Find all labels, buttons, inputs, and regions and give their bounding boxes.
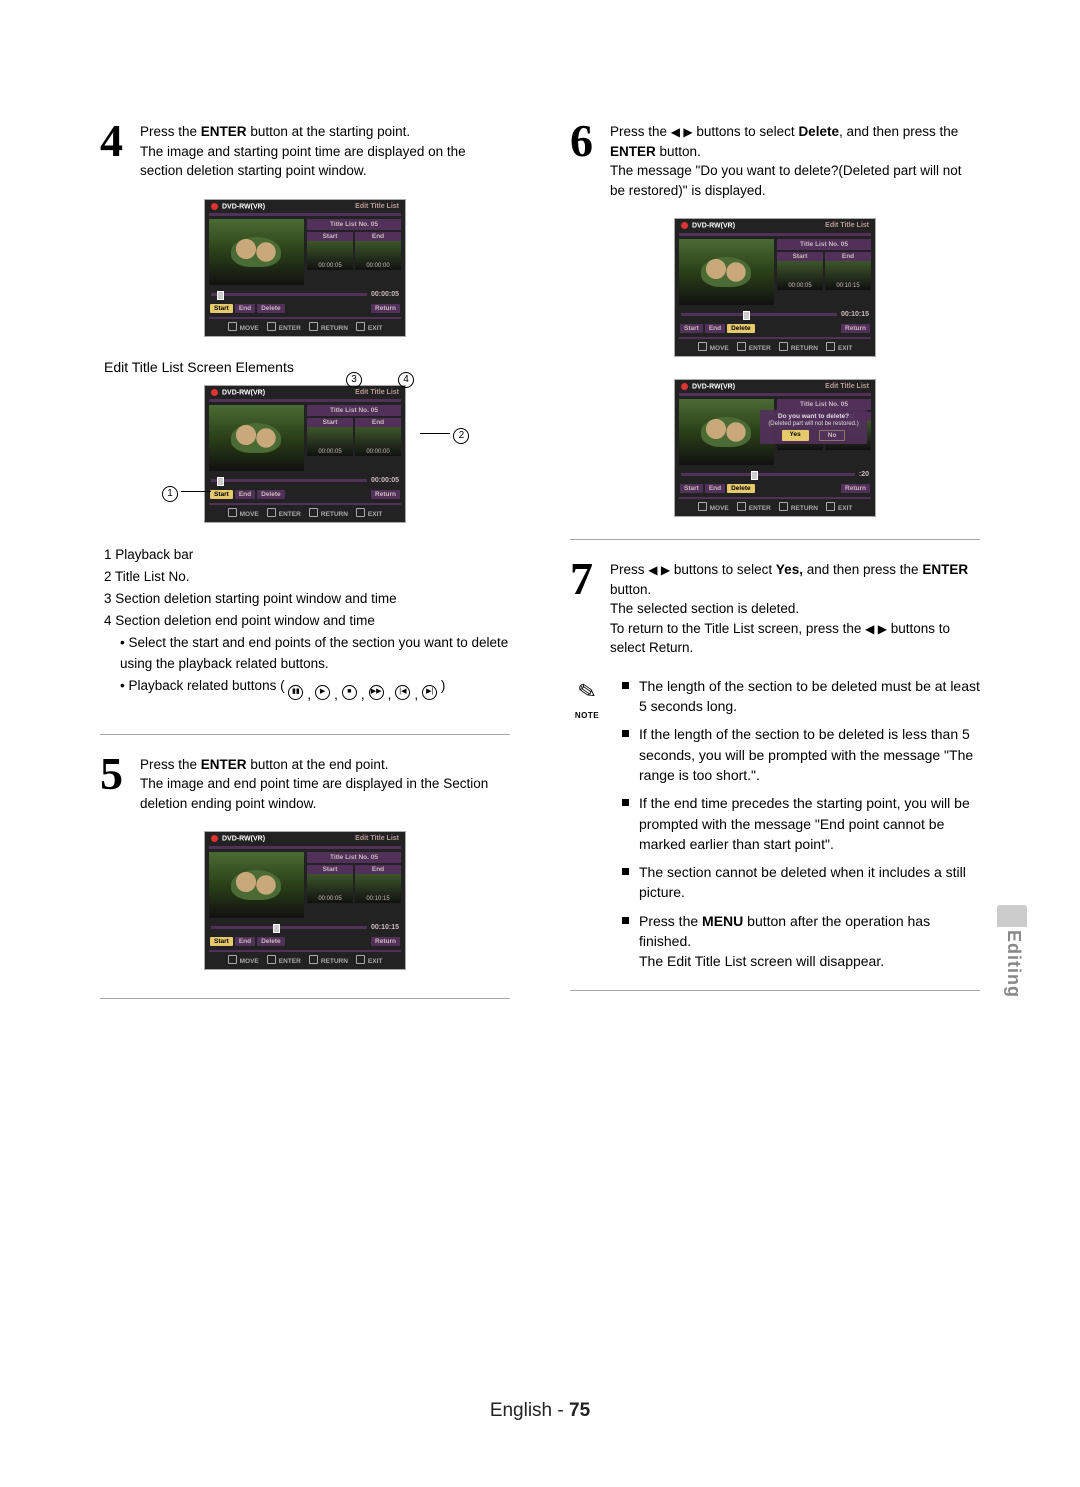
callout-4: 4 xyxy=(398,371,414,388)
screen-step5: DVD-RW(VR) Edit Title List Title List No… xyxy=(204,831,406,969)
btn-start: Start xyxy=(210,304,233,313)
step-6: 6 Press the ◀ ▶ buttons to select Delete… xyxy=(570,120,980,200)
btn-return: Return xyxy=(371,304,400,313)
callout-3: 3 xyxy=(346,371,362,388)
note-block: ✎ NOTE The length of the section to be d… xyxy=(570,676,980,980)
delete-confirm-dialog: Do you want to delete? (Deleted part wil… xyxy=(760,410,867,444)
preview-image xyxy=(209,219,304,285)
skip-fwd-icon: ▶| xyxy=(422,685,437,700)
stop-icon: ■ xyxy=(342,685,357,700)
skip-back-icon: |◀ xyxy=(395,685,410,700)
callout-2: 2 xyxy=(420,427,469,444)
screen-elements: DVD-RW(VR) Edit Title List Title List No… xyxy=(204,385,406,523)
page-footer: English - 75 xyxy=(0,1400,1080,1422)
play-icon: ▶ xyxy=(315,685,330,700)
note-icon: ✎ xyxy=(575,674,599,709)
dialog-yes: Yes xyxy=(782,430,809,441)
screen-title: Edit Title List xyxy=(355,203,399,210)
step-4: 4 Press the ENTER button at the starting… xyxy=(100,120,510,181)
step-4-text: Press the ENTER button at the starting p… xyxy=(140,120,510,181)
playback-bar xyxy=(211,293,367,296)
elements-list: 1 Playback bar 2 Title List No. 3 Sectio… xyxy=(100,545,510,705)
elements-caption: Edit Title List Screen Elements xyxy=(104,359,510,375)
title-list-no: Title List No. 05 xyxy=(307,219,401,230)
ff-icon: ▶▶ xyxy=(369,685,384,700)
section-tab: Editing xyxy=(1003,930,1024,998)
screen-step6a: DVD-RW(VR) Edit Title List Title List No… xyxy=(674,218,876,356)
btn-end: End xyxy=(235,304,255,313)
disc-type: DVD-RW(VR) xyxy=(211,203,265,210)
pause-icon: ▮▮ xyxy=(288,685,303,700)
btn-delete: Delete xyxy=(257,304,285,313)
step-4-number: 4 xyxy=(100,120,130,181)
step-5: 5 Press the ENTER button at the end poin… xyxy=(100,753,510,814)
playback-icons: ▮▮, ▶, ■, ▶▶, |◀, ▶| xyxy=(288,685,437,706)
callout-1: 1 xyxy=(162,485,211,502)
screen-step6b-dialog: DVD-RW(VR) Edit Title List Title List No… xyxy=(674,379,876,517)
step-7: 7 Press ◀ ▶ buttons to select Yes, and t… xyxy=(570,558,980,658)
left-right-arrow-icon: ◀ ▶ xyxy=(671,124,693,141)
dialog-no: No xyxy=(819,430,846,441)
screen-step4: DVD-RW(VR) Edit Title List Title List No… xyxy=(204,199,406,337)
